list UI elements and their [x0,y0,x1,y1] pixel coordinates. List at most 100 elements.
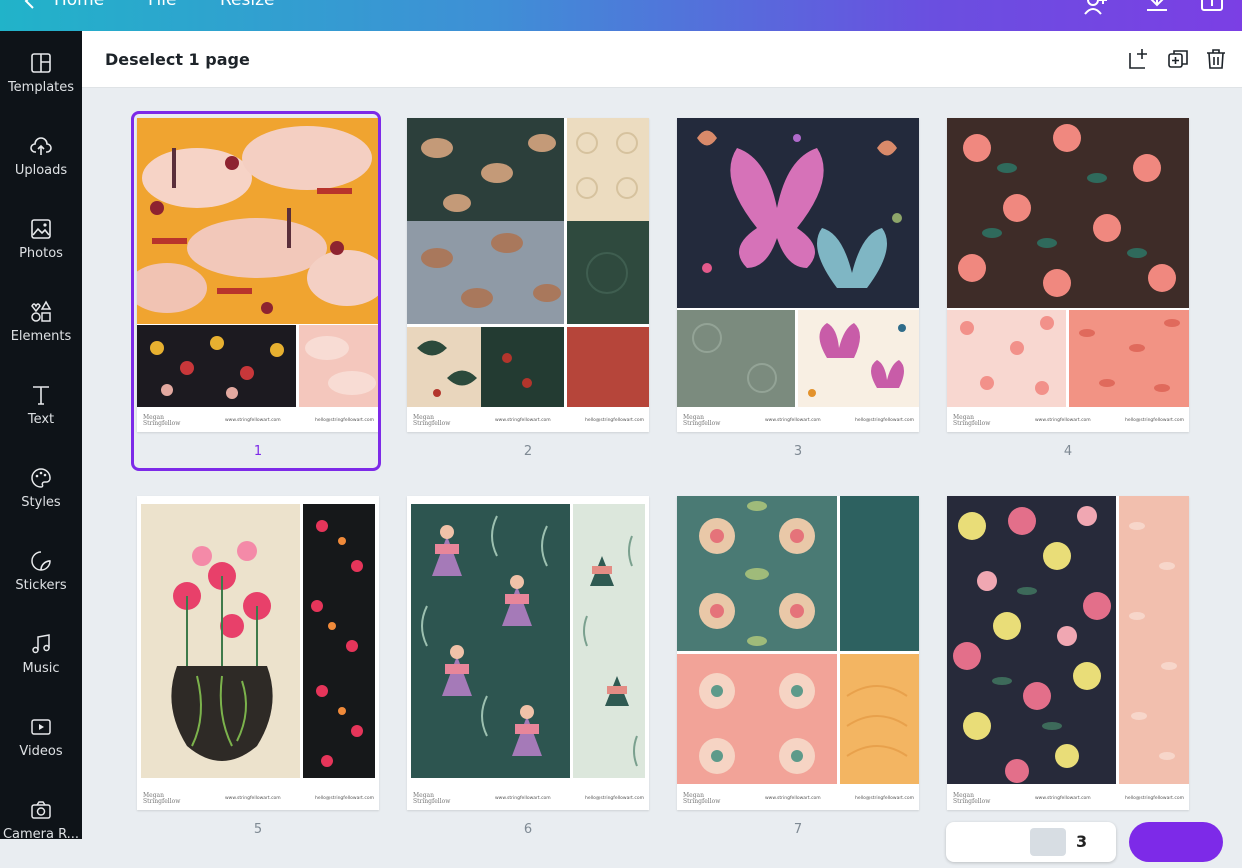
sidebar-item-label: Templates [7,80,75,95]
page-thumbnail-1[interactable]: Megan Stringfellow www.stringfellowart.co… [137,118,379,432]
sidebar-item-label: Uploads [14,163,68,178]
page-artwork [407,118,649,407]
footer-logo: Megan Stringfellow [683,414,721,427]
footer-website: www.stringfellowart.com [225,418,281,423]
sidebar-item-uploads[interactable]: Uploads [0,134,82,204]
top-bar: Home File Resize [0,0,1242,31]
sidebar-item-videos[interactable]: Videos [0,715,82,785]
page-artwork [947,496,1189,784]
sidebar-item-label: Videos [19,744,63,759]
page-artwork [677,118,919,407]
page-thumbnail-2[interactable]: Megan Stringfellow www.stringfellowart.co… [407,118,649,432]
page-footer: Megan Stringfellow www.stringfellowart.co… [947,410,1189,432]
resize-menu[interactable]: Resize [220,0,274,10]
footer-email: hello@stringfellowart.com [1125,418,1184,423]
chevron-left-icon[interactable] [22,0,38,12]
publish-icon[interactable] [1198,0,1226,16]
page-thumbnail-3[interactable]: Megan Stringfellow www.stringfellowart.co… [677,118,919,432]
home-menu[interactable]: Home [54,0,104,10]
share-people-icon[interactable] [1083,0,1111,16]
footer-website: www.stringfellowart.com [495,418,551,423]
footer-logo: Megan Stringfellow [143,414,181,427]
deselect-pages-button[interactable]: Deselect 1 page [105,50,250,69]
footer-logo: Megan Stringfellow [953,792,991,805]
download-icon[interactable] [1143,0,1171,16]
footer-email: hello@stringfellowart.com [315,796,374,801]
page-thumbnail-4[interactable]: Megan Stringfellow www.stringfellowart.co… [947,118,1189,432]
sidebar-item-music[interactable]: Music [0,632,82,702]
page-footer: Megan Stringfellow www.stringfellowart.co… [407,788,649,810]
shapes-icon [31,300,52,322]
footer-email: hello@stringfellowart.com [585,796,644,801]
footer-logo: Megan Stringfellow [953,414,991,427]
sidebar-item-camera-roll[interactable]: Camera R... [0,798,82,868]
duplicate-page-icon[interactable] [1166,47,1190,71]
footer-logo: Megan Stringfellow [413,792,451,805]
page-artwork [677,496,919,784]
sidebar-item-label: Text [27,412,55,427]
page-number: 2 [523,444,533,459]
trash-icon[interactable] [1204,47,1228,71]
help-button[interactable] [1129,822,1223,862]
page-artwork [137,118,379,407]
page-footer: Megan Stringfellow www.stringfellowart.co… [137,788,379,810]
templates-icon [31,53,51,73]
footer-email: hello@stringfellowart.com [855,796,914,801]
sidebar-item-label: Elements [10,329,72,344]
footer-email: hello@stringfellowart.com [315,418,374,423]
sidebar-item-stickers[interactable]: Stickers [0,549,82,619]
sidebar-item-label: Camera R... [2,827,80,842]
page-number: 1 [253,444,263,459]
sidebar-item-label: Photos [19,246,63,261]
page-footer: Megan Stringfellow www.stringfellowart.co… [677,410,919,432]
footer-website: www.stringfellowart.com [1035,418,1091,423]
page-shortcut[interactable]: 3 [1076,832,1100,854]
sidebar-item-styles[interactable]: Styles [0,466,82,536]
sidebar: Templates Uploads Photos Elements Text S… [0,31,82,842]
sidebar-item-templates[interactable]: Templates [0,51,82,121]
footer-website: www.stringfellowart.com [765,796,821,801]
sidebar-item-text[interactable]: Text [0,383,82,453]
page-number: 4 [1063,444,1073,459]
page-thumbnail-8[interactable]: Megan Stringfellow www.stringfellowart.co… [947,496,1189,810]
page-artwork [141,504,375,778]
footer-website: www.stringfellowart.com [495,796,551,801]
sidebar-item-label: Styles [21,495,61,510]
page-number: 7 [793,822,803,837]
page-footer: Megan Stringfellow www.stringfellowart.co… [677,788,919,810]
page-artwork [411,504,645,778]
footer-website: www.stringfellowart.com [225,796,281,801]
grid-view-header: Deselect 1 page [82,31,1242,88]
sidebar-item-elements[interactable]: Elements [0,300,82,370]
footer-email: hello@stringfellowart.com [1125,796,1184,801]
upload-cloud-icon [30,137,52,155]
footer-email: hello@stringfellowart.com [585,418,644,423]
page-thumbnail-5[interactable]: Megan Stringfellow www.stringfellowart.co… [137,496,379,810]
music-note-icon [32,634,50,654]
photo-icon [31,219,51,239]
page-artwork [947,118,1189,407]
page-navigation-pill: 3 [946,822,1116,862]
page-number: 3 [793,444,803,459]
palette-icon [31,468,51,488]
video-play-icon [31,719,51,735]
sidebar-item-photos[interactable]: Photos [0,217,82,287]
grid-view-toggle[interactable] [1030,828,1066,856]
text-icon [33,386,49,405]
page-footer: Megan Stringfellow www.stringfellowart.co… [407,410,649,432]
footer-logo: Megan Stringfellow [143,792,181,805]
file-menu[interactable]: File [148,0,176,10]
page-footer: Megan Stringfellow www.stringfellowart.co… [947,788,1189,810]
footer-website: www.stringfellowart.com [1035,796,1091,801]
sticker-icon [31,551,51,571]
page-thumbnail-7[interactable]: Megan Stringfellow www.stringfellowart.co… [677,496,919,810]
page-number: 5 [253,822,263,837]
page-footer: Megan Stringfellow www.stringfellowart.co… [137,410,379,432]
add-page-icon[interactable] [1127,47,1151,71]
footer-website: www.stringfellowart.com [765,418,821,423]
camera-icon [31,801,51,819]
footer-logo: Megan Stringfellow [413,414,451,427]
footer-logo: Megan Stringfellow [683,792,721,805]
page-number: 6 [523,822,533,837]
page-thumbnail-6[interactable]: Megan Stringfellow www.stringfellowart.co… [407,496,649,810]
